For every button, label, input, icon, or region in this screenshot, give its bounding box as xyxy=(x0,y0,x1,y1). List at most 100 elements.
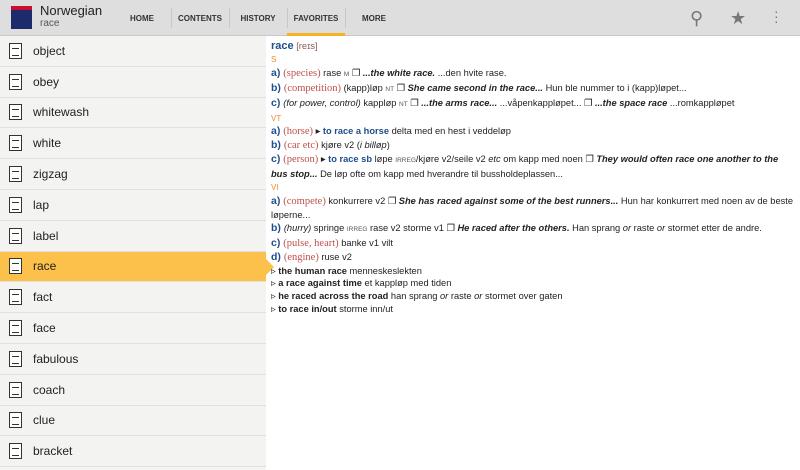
list-item[interactable]: zigzag xyxy=(0,159,266,190)
entry-line: b) (competition) (kapp)løp NT ❐ She came… xyxy=(271,82,796,97)
list-item-label: label xyxy=(33,228,59,243)
list-item[interactable]: obey xyxy=(0,67,266,98)
entry-text: IRREG xyxy=(346,225,368,233)
list-item[interactable]: label xyxy=(0,221,266,252)
list-item[interactable]: race xyxy=(0,251,274,283)
entry-text: c) xyxy=(271,236,284,249)
entry-line: ▹ to race in/out storme inn/ut xyxy=(271,303,796,316)
document-icon xyxy=(9,320,22,337)
list-item[interactable]: fact xyxy=(0,282,266,314)
list-item-label: object xyxy=(33,43,66,58)
entry-text: raste xyxy=(448,291,475,302)
entry-text: IRREG xyxy=(395,157,416,165)
list-item-label: zigzag xyxy=(33,167,68,182)
tab-contents[interactable]: CONTENTS xyxy=(171,0,229,36)
entry-text: De løp ofte om kapp med hverandre til bu… xyxy=(317,169,563,180)
list-item[interactable]: clue xyxy=(0,406,266,437)
list-item-label: fabulous xyxy=(33,351,79,366)
entry-text: raste xyxy=(631,222,657,233)
document-icon xyxy=(9,289,22,306)
list-item[interactable]: face xyxy=(0,313,266,344)
entry-text: kjøre v2 ( xyxy=(318,140,360,151)
document-icon xyxy=(9,412,22,429)
entry-text: VI xyxy=(271,183,279,193)
tab-history[interactable]: HISTORY xyxy=(229,0,287,36)
document-icon xyxy=(9,135,22,152)
entry-text: (for power, control) xyxy=(283,97,361,108)
entry-text: ❐ xyxy=(349,67,363,78)
list-item[interactable]: coach xyxy=(0,375,266,406)
entry-text: a) xyxy=(271,125,284,138)
entry-text: or xyxy=(656,222,666,233)
list-item-label: whitewash xyxy=(33,105,90,120)
entry-text: ) xyxy=(386,140,390,151)
entry-text: b) xyxy=(271,139,284,152)
entry-text: (kapp)løp xyxy=(340,82,386,93)
entry-line: a) (compete) konkurrere v2 ❐ She has rac… xyxy=(271,195,796,222)
entry-text: løpe xyxy=(372,154,396,165)
entry-line: ▹ the human race menneskeslekten xyxy=(271,265,796,278)
list-item-label: white xyxy=(33,136,62,151)
list-item-label: obey xyxy=(33,74,60,89)
document-icon xyxy=(9,350,22,367)
document-icon xyxy=(9,196,22,213)
entry-line: ▹ a race against time et kappløp med tid… xyxy=(271,277,796,290)
entry-text: c) xyxy=(271,96,284,109)
entry-text: (person) xyxy=(283,154,319,166)
entry-text: a race against time xyxy=(278,278,362,289)
entry-text: (car etc) xyxy=(283,140,319,152)
entry-text: to race sb xyxy=(328,154,373,165)
entry-text: ❐ xyxy=(407,97,422,108)
entry-text: konkurrere v2 ❐ xyxy=(325,195,399,206)
entry-text: ...våpenkappløpet... ❐ xyxy=(497,97,595,108)
list-item-label: face xyxy=(33,321,56,336)
entry-text: ...the space race xyxy=(594,97,668,108)
entry-text: Han sprang xyxy=(569,222,623,233)
list-item[interactable]: lap xyxy=(0,190,266,221)
entry-text: stormet over gaten xyxy=(482,291,563,302)
entry-text: ...den hvite rase. xyxy=(435,67,507,78)
entry-text: etc xyxy=(488,154,501,165)
list-item-label: coach xyxy=(33,382,66,397)
entry-text: (competition) xyxy=(283,82,341,94)
entry-text: a) xyxy=(271,66,284,79)
entry-text: ▸ xyxy=(313,126,323,137)
entry-line: c) (person) ▸ to race sb løpe IRREG/kjør… xyxy=(271,153,796,181)
tab-more[interactable]: MORE xyxy=(345,0,403,36)
list-item-label: race xyxy=(33,259,57,274)
list-item[interactable]: fabulous xyxy=(0,344,266,375)
action-bar: Norwegian race HOME CONTENTS HISTORY FAV… xyxy=(0,0,800,36)
list-item[interactable]: object xyxy=(0,36,266,67)
entry-text: (compete) xyxy=(283,195,326,207)
list-item[interactable]: whitewash xyxy=(0,98,266,129)
search-icon[interactable]: ⚲ xyxy=(690,8,703,29)
list-item[interactable]: white xyxy=(0,128,266,160)
entry-text: menneskeslekten xyxy=(346,265,422,276)
entry-text: rase v2 storme v1 ❐ xyxy=(367,222,458,233)
entry-text: NT xyxy=(385,85,395,93)
star-icon[interactable]: ★ xyxy=(730,8,746,29)
tab-favorites[interactable]: FAVORITES xyxy=(287,0,345,36)
entry-text: (horse) xyxy=(283,126,314,138)
list-item-label: clue xyxy=(33,413,56,428)
list-item-label: lap xyxy=(33,197,50,212)
entry-line: VI xyxy=(271,181,796,195)
entry-text: d) xyxy=(271,250,284,263)
entry-text: She came second in the race... xyxy=(407,82,543,93)
nav-tabs: HOME CONTENTS HISTORY FAVORITES MORE xyxy=(113,0,403,36)
entry-text: he raced across the road xyxy=(278,291,389,302)
entry-line: b) (hurry) springe IRREG rase v2 storme … xyxy=(271,222,796,237)
entry-text: han sprang xyxy=(388,291,440,302)
overflow-menu-icon[interactable]: · · · xyxy=(774,4,779,28)
list-item[interactable]: bracket xyxy=(0,436,266,468)
entry-text: et kappløp med tiden xyxy=(361,278,452,289)
entry-text: ruse v2 xyxy=(318,251,352,262)
entry-text: He raced after the others. xyxy=(457,222,570,233)
collins-logo-icon[interactable] xyxy=(11,6,32,29)
list-item-label: bracket xyxy=(33,444,73,459)
tab-home[interactable]: HOME xyxy=(113,0,171,36)
current-word: race xyxy=(40,18,60,29)
entry-text: kappløp xyxy=(360,97,400,108)
document-icon xyxy=(9,443,22,460)
favorites-list: object obey whitewash white zigzag lap label ra… xyxy=(0,36,274,470)
